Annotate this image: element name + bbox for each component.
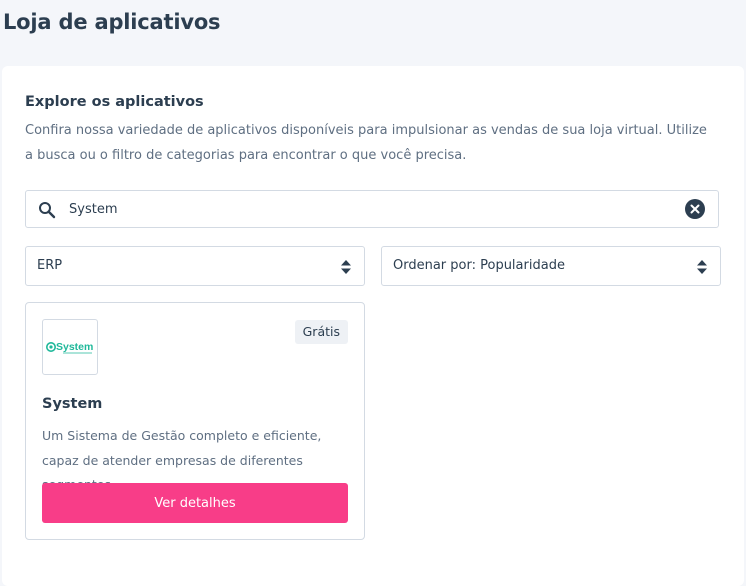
sort-arrows-icon [697, 259, 707, 274]
section-title: Explore os aplicativos [25, 94, 204, 110]
app-card: System Grátis System Um Sistema de Gestã… [25, 302, 365, 540]
search-box[interactable] [25, 190, 719, 228]
app-logo: System [42, 319, 98, 375]
app-logo-text: System [56, 341, 93, 353]
search-icon [38, 201, 56, 219]
sort-arrows-icon [341, 259, 351, 274]
sort-select[interactable]: Ordenar por: Popularidade [381, 246, 721, 286]
sort-select-value: Ordenar por: Popularidade [393, 258, 565, 273]
app-store-panel: Explore os aplicativos Confira nossa var… [2, 66, 744, 586]
page-title: Loja de aplicativos [3, 10, 221, 34]
search-input[interactable] [69, 191, 679, 227]
view-details-button[interactable]: Ver detalhes [42, 483, 348, 523]
price-badge: Grátis [294, 320, 348, 344]
category-select[interactable]: ERP [25, 246, 365, 286]
section-description: Confira nossa variedade de aplicativos d… [25, 123, 707, 163]
app-name: System [42, 396, 103, 412]
category-select-value: ERP [37, 258, 63, 273]
clear-search-icon[interactable] [685, 199, 705, 219]
